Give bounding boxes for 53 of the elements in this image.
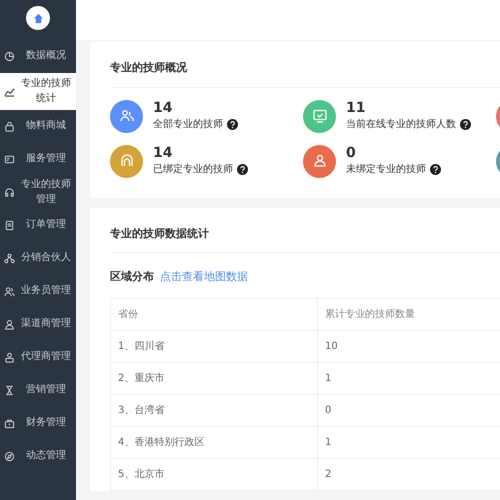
stat-label: 已绑定专业的技师 (153, 162, 233, 177)
sidebar-item[interactable]: 数据概况 (0, 40, 76, 73)
user-icon (4, 319, 15, 330)
users-icon (4, 286, 15, 297)
stat-label: 全部专业的技师 (153, 118, 223, 132)
card-title: 专业的技师数据统计 (110, 208, 500, 253)
wallet-icon (4, 418, 15, 429)
stat-label: 未绑定专业的技师 (346, 162, 426, 177)
sidebar-item[interactable]: 订单管理 (0, 209, 76, 242)
stat-value: 0 (346, 145, 357, 162)
compass-icon (4, 451, 15, 462)
table-cell: 3、台湾省 (110, 394, 318, 426)
sidebar-item[interactable]: 渠道商管理 (0, 308, 76, 341)
user-icon (312, 153, 328, 169)
table-cell: 4、香港特别行政区 (110, 426, 318, 458)
help-icon[interactable] (237, 164, 248, 175)
pie-chart-icon (4, 51, 15, 62)
card-title: 专业的技师概况 (110, 42, 500, 88)
sidebar-item[interactable]: 营销管理 (0, 374, 76, 407)
sidebar-item[interactable]: 业务员管理 (0, 275, 76, 308)
home-logo[interactable] (26, 6, 50, 30)
table-cell: 1、四川省 (110, 330, 318, 362)
stat-value: 14 (153, 100, 174, 117)
table-cell: 5、北京市 (110, 458, 318, 490)
help-icon[interactable] (430, 164, 441, 175)
bag-icon (4, 121, 15, 132)
column-header: 累计专业的技师数量 (318, 298, 500, 330)
card-icon (4, 154, 15, 165)
headset-icon (4, 187, 15, 198)
stat-value: 11 (346, 100, 366, 117)
trend-chart-icon (4, 86, 15, 97)
help-icon[interactable] (227, 118, 238, 130)
sidebar-item[interactable]: 代理商管理 (0, 341, 76, 374)
section-title: 区域分布 (110, 269, 154, 285)
home-icon (32, 12, 44, 24)
hourglass-icon (4, 385, 15, 396)
sidebar-item[interactable]: 专业的技师统计 (0, 73, 76, 110)
sidebar-item[interactable]: 财务管理 (0, 407, 76, 440)
document-icon (4, 220, 15, 231)
network-icon (4, 253, 15, 264)
sidebar-item[interactable]: 物料商城 (0, 110, 76, 143)
help-icon[interactable] (460, 118, 471, 130)
monitor-icon (312, 108, 328, 124)
column-header: 省份 (110, 298, 318, 330)
sidebar-item[interactable]: 动态管理 (0, 440, 76, 473)
sidebar-item[interactable]: 分销合伙人 (0, 242, 76, 275)
user-card-icon (4, 352, 15, 363)
table-cell: 2、重庆市 (110, 362, 318, 394)
sidebar-item[interactable]: 专业的技师管理 (0, 176, 76, 209)
stat-label: 当前在线专业的技师人数 (346, 118, 456, 132)
sidebar-item[interactable]: 服务管理 (0, 143, 76, 176)
users-icon (118, 108, 134, 124)
stat-value: 14 (153, 145, 174, 162)
